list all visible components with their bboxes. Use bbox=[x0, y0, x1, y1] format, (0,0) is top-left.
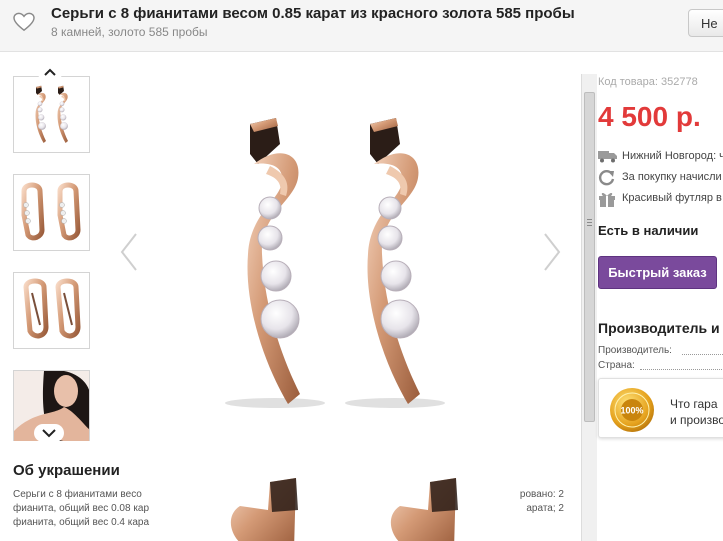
chevron-up-icon bbox=[44, 68, 56, 76]
thumbnail-2[interactable] bbox=[13, 174, 90, 251]
product-price: 4 500 р. bbox=[598, 101, 701, 132]
about-right-line: ровано: 2 bbox=[519, 489, 564, 500]
product-sku: Код товара: 352778 bbox=[598, 76, 698, 88]
manufacturer-title: Производитель и bbox=[598, 320, 720, 336]
about-text-right: ровано: 2 арата; 2 bbox=[470, 488, 564, 516]
guarantee-text: Что гара и произво bbox=[670, 396, 723, 428]
about-left-line: фианита, общий вес 0.4 кара bbox=[13, 517, 150, 528]
about-left-line: фианита, общий вес 0.08 кар bbox=[13, 503, 150, 514]
thumbnail-1[interactable] bbox=[13, 76, 90, 153]
product-header: Серьги с 8 фианитами весом 0.85 карат из… bbox=[0, 0, 723, 52]
gift-icon bbox=[599, 192, 615, 207]
chevron-left-icon[interactable] bbox=[118, 232, 140, 272]
guarantee-block[interactable]: 100% Что гара и произво bbox=[598, 378, 723, 438]
quick-order-button[interactable]: Быстрый заказ bbox=[598, 256, 717, 289]
heart-icon[interactable] bbox=[13, 12, 35, 32]
gift-info: Красивый футляр в bbox=[598, 190, 723, 208]
product-secondary-image bbox=[210, 470, 500, 541]
guarantee-line: Что гара bbox=[670, 397, 718, 411]
gift-text: Красивый футляр в bbox=[622, 192, 722, 204]
thumbnail-3[interactable] bbox=[13, 272, 90, 349]
scrollbar-thumb[interactable] bbox=[584, 92, 595, 422]
about-left-line: Серьги с 8 фианитами весо bbox=[13, 489, 142, 500]
guarantee-badge-icon: 100% bbox=[610, 388, 654, 432]
bonus-info: За покупку начисли bbox=[598, 169, 723, 187]
page-title: Серьги с 8 фианитами весом 0.85 карат из… bbox=[51, 5, 575, 22]
manufacturer-row: Производитель: bbox=[598, 345, 723, 359]
delivery-text: Нижний Новгород: ч bbox=[622, 150, 723, 162]
country-label: Страна: bbox=[598, 360, 635, 371]
page-subtitle: 8 камней, золото 585 пробы bbox=[51, 25, 208, 39]
refresh-icon bbox=[598, 169, 615, 186]
chevron-right-icon[interactable] bbox=[541, 232, 563, 272]
guarantee-line: и произво bbox=[670, 413, 723, 427]
header-button[interactable]: Не bbox=[688, 9, 723, 37]
thumbs-scroll-down[interactable] bbox=[34, 424, 64, 442]
guarantee-badge-text: 100% bbox=[620, 406, 643, 416]
about-right-line: арата; 2 bbox=[526, 503, 564, 514]
stock-status: Есть в наличии bbox=[598, 223, 699, 238]
delivery-info: Нижний Новгород: ч bbox=[598, 148, 723, 166]
country-row: Страна: bbox=[598, 360, 723, 374]
manufacturer-label: Производитель: bbox=[598, 345, 672, 356]
thumbs-scroll-up[interactable] bbox=[38, 64, 62, 82]
product-main-image bbox=[200, 100, 500, 420]
truck-icon bbox=[598, 151, 617, 163]
about-title: Об украшении bbox=[13, 462, 120, 479]
about-text-left: Серьги с 8 фианитами весо фианита, общий… bbox=[13, 488, 161, 530]
chevron-down-icon bbox=[42, 429, 56, 438]
scrollbar[interactable] bbox=[581, 74, 597, 541]
bonus-text: За покупку начисли bbox=[622, 171, 722, 183]
thumbnail-list bbox=[12, 66, 92, 441]
